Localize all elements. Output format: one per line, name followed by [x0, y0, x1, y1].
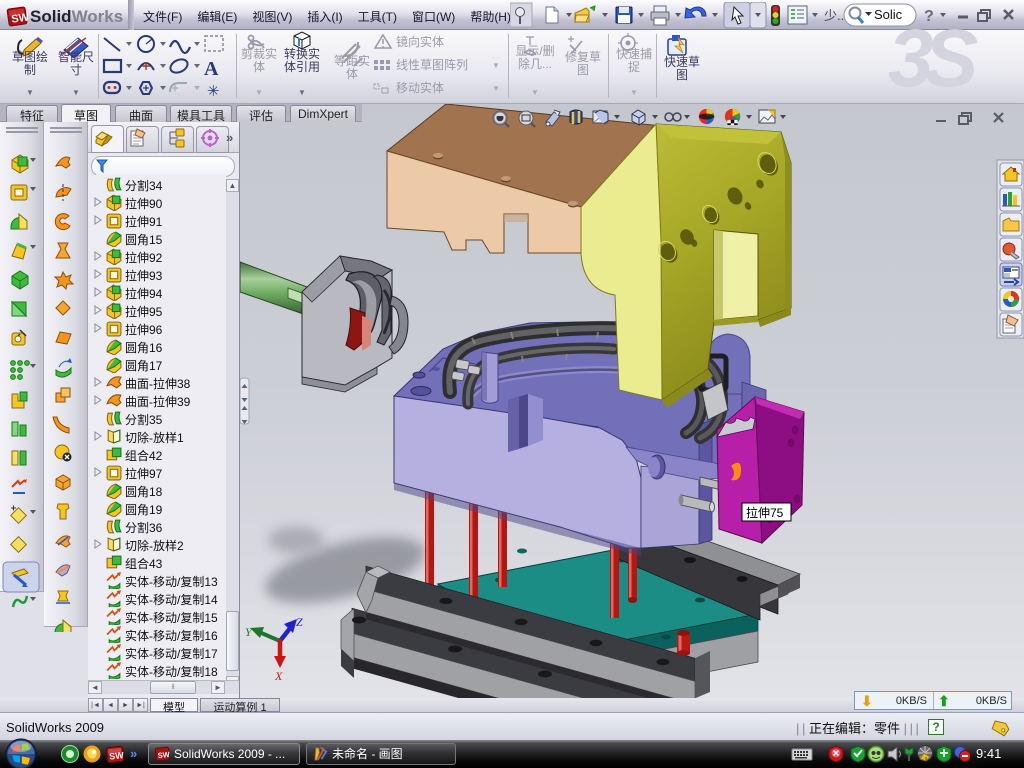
svg-text:SolidWorks: SolidWorks: [30, 7, 123, 26]
svg-text:SW: SW: [11, 11, 31, 25]
svg-text:SW: SW: [109, 750, 125, 762]
svg-text:!: !: [925, 757, 927, 763]
svg-text:»: »: [130, 746, 137, 761]
svg-text:少..: 少..: [824, 8, 844, 23]
svg-text:A: A: [204, 58, 219, 80]
svg-text:Z: Z: [296, 615, 303, 629]
svg-text:»: »: [226, 130, 233, 145]
svg-text:✳: ✳: [207, 83, 220, 100]
svg-text:X: X: [274, 669, 283, 683]
svg-text:拉伸75: 拉伸75: [746, 505, 784, 520]
svg-text:SW: SW: [157, 750, 170, 760]
